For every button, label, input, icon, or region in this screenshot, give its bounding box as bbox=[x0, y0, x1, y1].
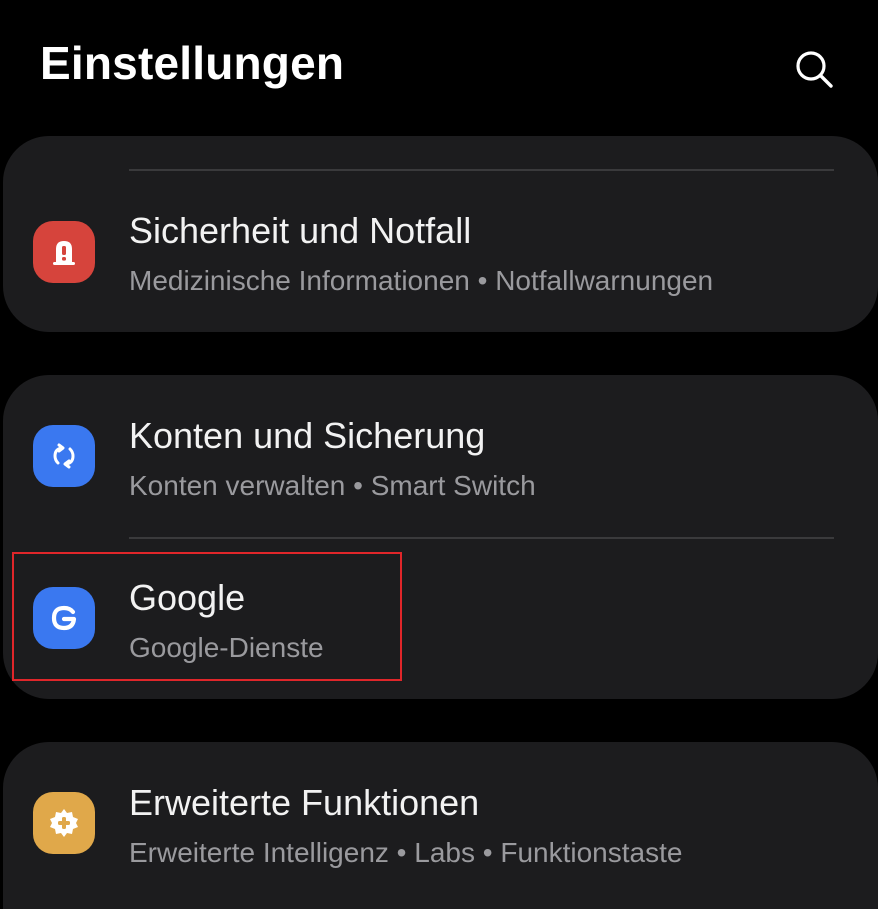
header: Einstellungen bbox=[0, 0, 878, 130]
settings-item-subtitle: Konten verwalten • Smart Switch bbox=[129, 470, 536, 501]
page-title: Einstellungen bbox=[40, 37, 345, 89]
settings-item-safety[interactable]: Sicherheit und Notfall Medizinische Info… bbox=[3, 172, 878, 332]
divider bbox=[129, 169, 834, 171]
settings-item-label: Sicherheit und Notfall bbox=[129, 210, 472, 251]
settings-item-subtitle: Erweiterte Intelligenz • Labs • Funktion… bbox=[129, 837, 683, 868]
advanced-features-icon bbox=[33, 792, 95, 854]
settings-group-advanced: Erweiterte Funktionen Erweiterte Intelli… bbox=[3, 742, 878, 909]
settings-screen: Einstellungen Sicherheit und Notfall Med… bbox=[0, 0, 878, 909]
highlight-box bbox=[12, 552, 402, 681]
settings-group-safety: Sicherheit und Notfall Medizinische Info… bbox=[3, 136, 878, 332]
settings-item-accounts[interactable]: Konten und Sicherung Konten verwalten • … bbox=[3, 375, 878, 537]
settings-item-label: Erweiterte Funktionen bbox=[129, 782, 480, 823]
settings-item-advanced-features[interactable]: Erweiterte Funktionen Erweiterte Intelli… bbox=[3, 742, 878, 909]
settings-item-subtitle: Medizinische Informationen • Notfallwarn… bbox=[129, 265, 714, 296]
settings-item-label: Konten und Sicherung bbox=[129, 415, 486, 456]
search-icon bbox=[796, 51, 833, 88]
sync-icon bbox=[33, 425, 95, 487]
alert-icon bbox=[33, 221, 95, 283]
search-button[interactable] bbox=[789, 44, 841, 96]
